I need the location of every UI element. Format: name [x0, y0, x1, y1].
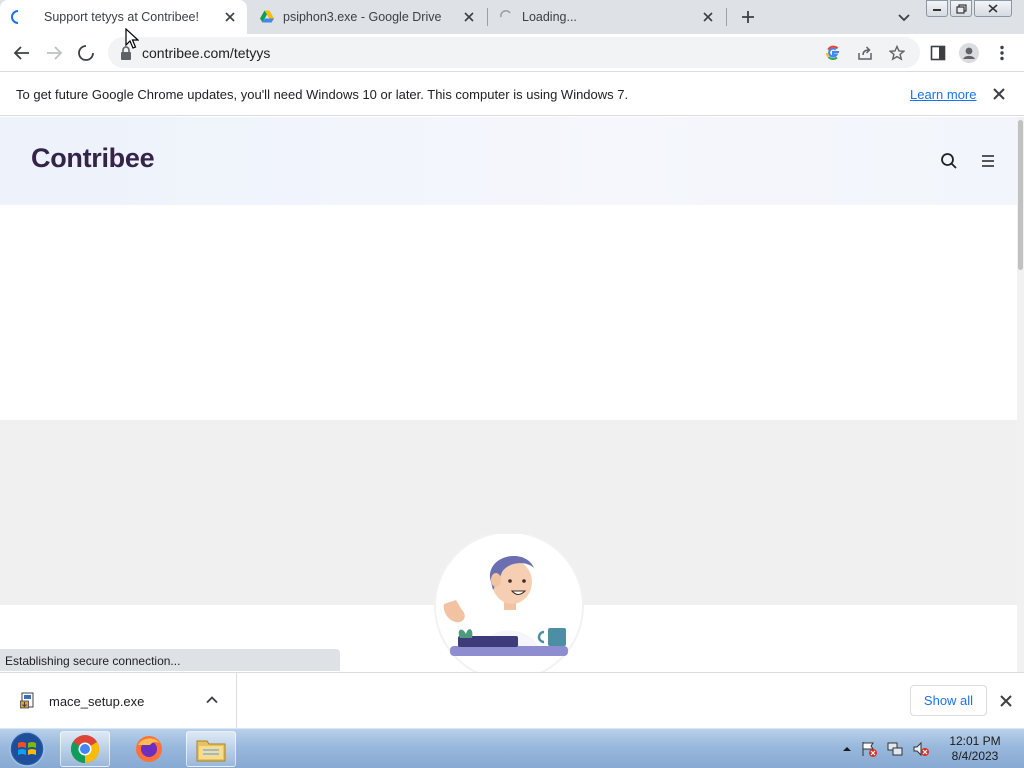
chrome-icon [71, 735, 99, 763]
screen: Support tetyys at Contribee! psiphon3.ex… [0, 0, 1024, 768]
loading-spinner-icon [78, 45, 94, 61]
show-all-button[interactable]: Show all [910, 685, 987, 716]
taskbar-clock[interactable]: 12:01 PM 8/4/2023 [940, 734, 1010, 764]
tab-loading[interactable]: Loading... [488, 0, 725, 34]
chevron-up-icon[interactable] [205, 693, 219, 707]
restore-icon [955, 3, 967, 14]
mouse-cursor-icon [125, 28, 139, 49]
download-shelf: mace_setup.exe Show all [0, 672, 1024, 729]
tab-close-icon[interactable] [699, 8, 717, 26]
window-controls [926, 0, 1012, 18]
address-bar[interactable]: contribee.com/tetyys [108, 37, 920, 68]
update-infobar: To get future Google Chrome updates, you… [0, 71, 1024, 116]
arrow-left-icon [13, 46, 29, 60]
tab-search-chevron-icon[interactable] [895, 8, 913, 26]
taskbar-chrome[interactable] [60, 731, 110, 767]
page-content: Contribee [0, 117, 1017, 672]
cover-area [0, 205, 1017, 420]
close-downloads-icon[interactable] [998, 693, 1014, 709]
url-text[interactable]: contribee.com/tetyys [142, 45, 270, 61]
volume-muted-icon[interactable] [912, 740, 930, 758]
tab-title: Support tetyys at Contribee! [44, 10, 199, 24]
download-item[interactable]: mace_setup.exe [0, 673, 237, 729]
new-tab-button[interactable] [737, 6, 759, 28]
folder-icon [196, 740, 226, 762]
forward-button[interactable] [44, 43, 64, 63]
hamburger-menu-icon[interactable] [979, 152, 997, 170]
tab-separator [726, 8, 727, 26]
show-hidden-icons-icon[interactable] [842, 744, 852, 754]
status-bubble: Establishing secure connection... [0, 649, 340, 671]
creator-avatar-illustration [434, 534, 584, 672]
clock-date: 8/4/2023 [951, 749, 999, 763]
plus-icon [742, 11, 754, 23]
close-icon [988, 4, 998, 13]
infobar-close-icon[interactable] [991, 86, 1007, 102]
infobar-message: To get future Google Chrome updates, you… [16, 87, 629, 102]
firefox-icon [136, 736, 162, 762]
browser-toolbar: contribee.com/tetyys [0, 34, 1024, 71]
download-file-name: mace_setup.exe [49, 694, 145, 709]
tab-contribee[interactable]: Support tetyys at Contribee! [0, 0, 247, 34]
tab-strip: Support tetyys at Contribee! psiphon3.ex… [0, 0, 1024, 34]
restore-button[interactable] [950, 0, 972, 17]
network-icon[interactable] [886, 740, 904, 758]
start-button-icon[interactable] [4, 730, 50, 768]
tab-close-icon[interactable] [460, 8, 478, 26]
stop-loading-button[interactable] [76, 43, 96, 63]
windows-taskbar: 12:01 PM 8/4/2023 [0, 728, 1024, 768]
action-center-flag-icon[interactable] [860, 740, 878, 758]
contribee-logo[interactable]: Contribee [31, 143, 155, 174]
loading-spinner-icon [500, 10, 511, 18]
tab-google-drive[interactable]: psiphon3.exe - Google Drive [249, 0, 486, 34]
close-window-button[interactable] [974, 0, 1012, 17]
tab-title: psiphon3.exe - Google Drive [283, 10, 442, 24]
tab-title: Loading... [522, 10, 577, 24]
minimize-icon [933, 8, 941, 11]
loading-spinner-icon [11, 10, 19, 24]
back-button[interactable] [12, 43, 32, 63]
clock-time: 12:01 PM [949, 734, 1001, 748]
taskbar-firefox[interactable] [124, 731, 174, 767]
share-icon[interactable] [856, 44, 874, 62]
arrow-right-icon [47, 46, 63, 60]
google-drive-icon [260, 10, 274, 23]
more-menu-icon[interactable] [992, 43, 1012, 63]
side-panel-icon[interactable] [928, 43, 948, 63]
profile-avatar-icon[interactable] [959, 43, 979, 63]
taskbar-file-explorer[interactable] [186, 731, 236, 767]
google-lens-icon[interactable] [824, 44, 842, 62]
bookmark-star-icon[interactable] [888, 44, 906, 62]
scrollbar-thumb[interactable] [1018, 120, 1023, 270]
tab-close-icon[interactable] [221, 8, 239, 26]
minimize-button[interactable] [926, 0, 948, 17]
system-tray [842, 737, 930, 761]
installer-file-icon [20, 692, 34, 709]
search-icon[interactable] [940, 152, 958, 170]
learn-more-link[interactable]: Learn more [910, 87, 976, 102]
site-header: Contribee [0, 117, 1017, 205]
